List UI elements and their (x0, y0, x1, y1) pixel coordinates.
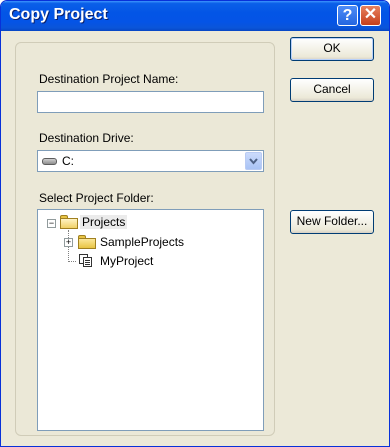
expand-expander-icon[interactable]: + (64, 238, 73, 247)
folder-icon (78, 235, 96, 249)
destination-name-label: Destination Project Name: (39, 72, 179, 86)
new-folder-button[interactable]: New Folder... (290, 210, 374, 234)
project-icon (79, 254, 92, 267)
destination-drive-label: Destination Drive: (39, 131, 134, 145)
cancel-button[interactable]: Cancel (290, 78, 374, 102)
close-button[interactable]: ✕ (360, 5, 381, 26)
title-bar[interactable]: Copy Project ? ✕ (1, 1, 389, 31)
drive-selected-value: C: (62, 154, 74, 168)
destination-drive-select[interactable]: C: (37, 150, 264, 172)
chevron-down-icon[interactable] (245, 152, 262, 170)
tree-connector (68, 261, 76, 262)
open-folder-icon (60, 215, 78, 229)
tree-item-myproject[interactable]: MyProject (100, 254, 153, 268)
destination-name-input[interactable] (37, 91, 264, 113)
help-button[interactable]: ? (337, 5, 358, 26)
project-folder-tree[interactable]: − Projects + SampleProjects MyProject (37, 209, 264, 431)
tree-item-sampleprojects[interactable]: SampleProjects (100, 235, 184, 249)
drive-icon (42, 158, 57, 165)
window-title: Copy Project (9, 6, 108, 23)
copy-project-dialog: Copy Project ? ✕ Destination Project Nam… (0, 0, 390, 447)
tree-item-projects[interactable]: Projects (80, 215, 128, 229)
ok-button[interactable]: OK (290, 37, 374, 61)
project-folder-label: Select Project Folder: (39, 191, 154, 205)
collapse-expander-icon[interactable]: − (47, 219, 56, 228)
